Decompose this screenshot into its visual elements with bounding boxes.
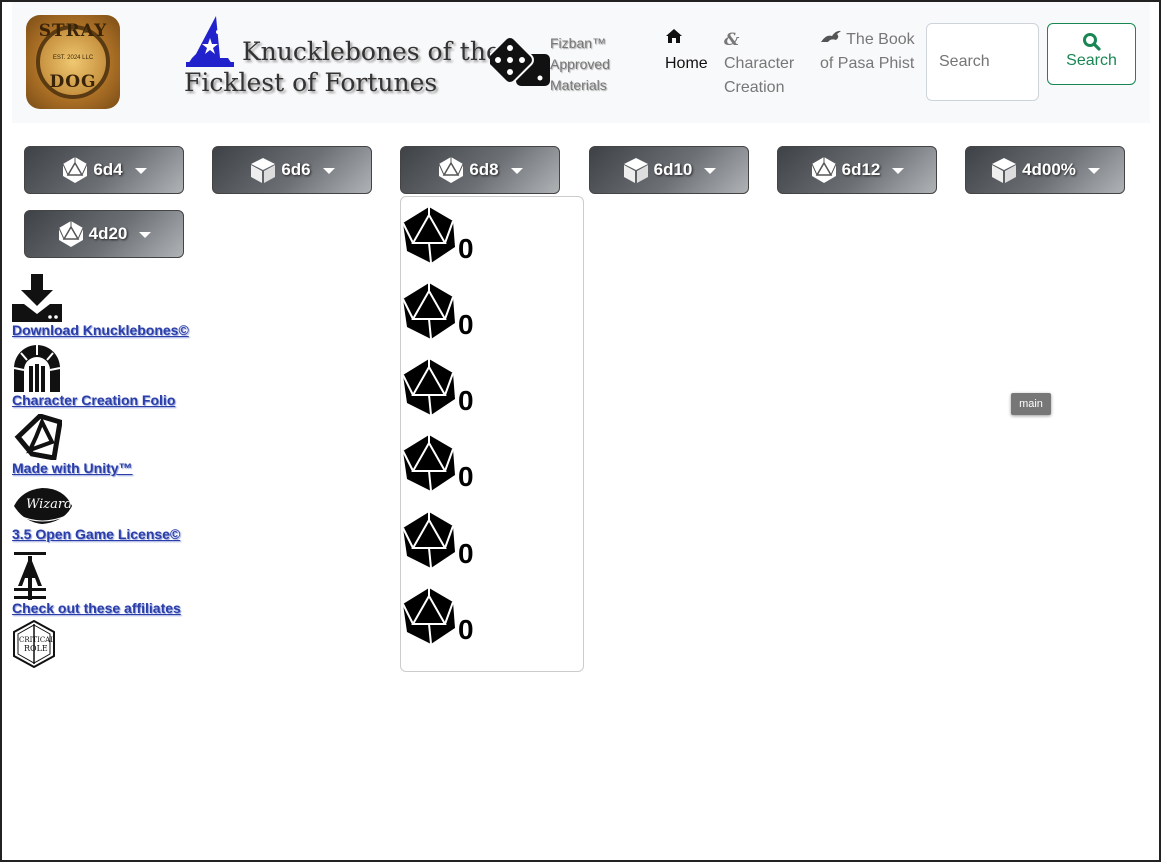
nav-character-creation[interactable]: & Character Creation xyxy=(724,28,794,100)
dragon-icon xyxy=(821,30,841,42)
dice-button-6d10[interactable]: 6d10 xyxy=(589,146,749,194)
caret-down-icon xyxy=(1087,168,1100,174)
affiliate-icon xyxy=(14,552,46,600)
dice-dropdown-6d8: 0 0 0 0 0 0 xyxy=(400,196,584,672)
d8-die-icon xyxy=(402,207,455,264)
d20-icon xyxy=(58,221,84,247)
roll-result[interactable]: 0 xyxy=(401,205,521,267)
critical-role-icon: CRITICAL ROLE xyxy=(13,620,55,668)
unity-link[interactable]: Made with Unity™ xyxy=(12,460,133,476)
navbar: STRAY EST. 2024 LLC DOG Knucklebones of … xyxy=(12,2,1150,123)
d20-icon xyxy=(438,157,464,183)
nav-book-label-2: of Pasa Phist xyxy=(820,55,915,72)
caret-down-icon xyxy=(704,168,717,174)
roll-result[interactable]: 0 xyxy=(401,357,521,419)
search-button[interactable]: Search xyxy=(1047,23,1136,85)
roll-result[interactable]: 0 xyxy=(401,433,521,495)
nav-book-pasa-phist[interactable]: The Book of Pasa Phist xyxy=(820,28,915,76)
nav-home-label: Home xyxy=(665,55,708,72)
dice-button-6d4[interactable]: 6d4 xyxy=(24,146,184,194)
dice-label: 4d20 xyxy=(88,224,128,243)
title-line-2: Ficklest of Fortunes xyxy=(184,68,438,97)
sidebar-download[interactable]: Download Knucklebones© xyxy=(12,274,189,338)
main-tooltip: main xyxy=(1011,393,1051,415)
affiliates-link[interactable]: Check out these affiliates xyxy=(12,600,181,616)
search-icon xyxy=(1082,33,1101,51)
character-folio-link[interactable]: Character Creation Folio xyxy=(12,392,175,408)
roll-result[interactable]: 0 xyxy=(401,281,521,343)
sidebar-critical-role[interactable]: CRITICAL ROLE xyxy=(12,620,56,668)
cube-icon xyxy=(992,158,1017,183)
dice-button-4d00[interactable]: 4d00% xyxy=(965,146,1125,194)
cube-icon xyxy=(623,158,648,183)
roll-value: 0 xyxy=(458,538,474,569)
dice-label: 6d4 xyxy=(93,160,123,179)
roll-value: 0 xyxy=(458,385,474,416)
dice-button-6d12[interactable]: 6d12 xyxy=(777,146,937,194)
nav-character-label-2: Creation xyxy=(724,79,785,96)
archway-icon xyxy=(13,345,61,392)
svg-text:Wizards: Wizards xyxy=(26,497,74,512)
logo-text-bottom: DOG xyxy=(49,72,97,92)
caret-down-icon xyxy=(322,168,335,174)
d20-icon xyxy=(62,157,88,183)
d8-die-icon xyxy=(402,435,455,492)
download-link[interactable]: Download Knucklebones© xyxy=(12,322,189,338)
nav-home[interactable]: Home xyxy=(665,28,708,76)
sidebar-affiliates[interactable]: Check out these affiliates xyxy=(12,550,181,616)
caret-down-icon xyxy=(510,168,523,174)
sidebar-character-folio[interactable]: Character Creation Folio xyxy=(12,344,175,408)
sidebar-ogl[interactable]: Wizards 3.5 Open Game License© xyxy=(12,486,180,542)
fizban-line-3: Materials xyxy=(550,77,607,93)
dice-label: 6d10 xyxy=(653,160,693,179)
fizban-approved[interactable]: Fizban™ Approved Materials xyxy=(550,33,630,96)
caret-down-icon xyxy=(892,168,905,174)
dice-icon xyxy=(490,38,550,86)
stray-dog-logo[interactable]: STRAY EST. 2024 LLC DOG xyxy=(26,15,120,109)
roll-value: 0 xyxy=(458,614,474,645)
dice-label: 4d00% xyxy=(1022,160,1076,179)
d8-die-icon xyxy=(402,588,455,645)
roll-value: 0 xyxy=(458,309,474,340)
sidebar-unity[interactable]: Made with Unity™ xyxy=(12,414,133,476)
roll-result[interactable]: 0 xyxy=(401,586,521,648)
dice-button-4d20[interactable]: 4d20 xyxy=(24,210,184,258)
caret-down-icon xyxy=(134,168,147,174)
caret-down-icon xyxy=(139,232,152,238)
dice-label: 6d12 xyxy=(841,160,881,179)
d8-die-icon xyxy=(402,512,455,569)
dice-button-6d6[interactable]: 6d6 xyxy=(212,146,372,194)
roll-value: 0 xyxy=(458,233,474,264)
ampersand-icon: & xyxy=(724,30,740,50)
download-icon xyxy=(12,274,62,322)
ogl-link[interactable]: 3.5 Open Game License© xyxy=(12,526,180,542)
logo-text-top: STRAY xyxy=(38,21,108,41)
search-button-label: Search xyxy=(1066,52,1117,69)
dice-label: 6d8 xyxy=(469,160,499,179)
roll-value: 0 xyxy=(458,461,474,492)
fizban-line-1: Fizban™ xyxy=(550,35,607,51)
svg-text:ROLE: ROLE xyxy=(24,644,48,653)
fizban-line-2: Approved xyxy=(550,56,610,72)
wizard-hat-icon xyxy=(186,16,234,67)
roll-result[interactable]: 0 xyxy=(401,510,521,572)
unity-icon xyxy=(14,414,62,460)
nav-character-label-1: Character xyxy=(724,55,795,72)
logo-text-mid: EST. 2024 LLC xyxy=(52,55,94,61)
wizards-icon: Wizards xyxy=(14,488,74,524)
dice-button-6d8[interactable]: 6d8 xyxy=(400,146,560,194)
dice-label: 6d6 xyxy=(281,160,311,179)
cube-icon xyxy=(251,158,276,183)
home-icon xyxy=(666,29,682,43)
search-input[interactable] xyxy=(926,23,1039,101)
d20-icon xyxy=(811,157,837,183)
svg-text:CRITICAL: CRITICAL xyxy=(19,636,55,644)
nav-book-label-1: The Book xyxy=(846,31,915,48)
d8-die-icon xyxy=(402,283,455,340)
title-line-1: Knucklebones of the xyxy=(242,37,501,66)
d8-die-icon xyxy=(402,359,455,416)
